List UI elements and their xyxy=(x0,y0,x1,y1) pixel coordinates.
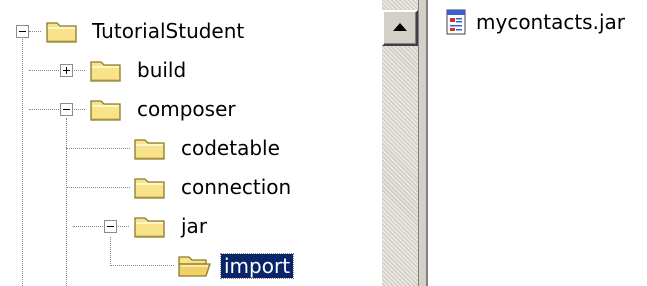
jar-file-icon xyxy=(446,9,466,35)
folder-closed-icon xyxy=(134,139,165,160)
folder-closed-icon xyxy=(90,61,121,82)
tree-node-label[interactable]: composer xyxy=(137,97,236,121)
tree-node-label[interactable]: codetable xyxy=(181,136,280,160)
tree-guide-line xyxy=(29,70,85,71)
scroll-up-button[interactable] xyxy=(382,10,418,46)
collapse-minus-icon[interactable] xyxy=(104,220,117,233)
folder-closed-icon xyxy=(46,22,77,43)
vertical-scrollbar[interactable] xyxy=(382,0,418,286)
collapse-minus-icon[interactable] xyxy=(16,25,29,38)
collapse-minus-icon[interactable] xyxy=(60,103,73,116)
tree-node-label[interactable]: build xyxy=(137,58,186,82)
arrow-up-icon xyxy=(393,23,407,31)
tree-guide-line xyxy=(73,226,129,227)
tree-guide-line xyxy=(110,237,111,266)
tree-guide-line xyxy=(66,148,130,149)
folder-closed-icon xyxy=(90,100,121,121)
folder-open-icon xyxy=(178,256,211,277)
file-name-label[interactable]: mycontacts.jar xyxy=(476,10,625,34)
tree-guide-line xyxy=(66,187,130,188)
tree-guide-line xyxy=(66,118,67,286)
tree-node-label-selected[interactable]: import xyxy=(219,253,295,279)
tree-node-label[interactable]: jar xyxy=(181,214,207,238)
folder-tree: TutorialStudent build composer codetable… xyxy=(0,0,380,286)
tree-guide-line xyxy=(29,31,41,32)
tree-node-label[interactable]: connection xyxy=(181,175,291,199)
folder-closed-icon xyxy=(134,178,165,199)
tree-guide-line xyxy=(110,265,174,266)
folder-closed-icon xyxy=(134,217,165,238)
tree-node-label[interactable]: TutorialStudent xyxy=(92,19,244,43)
expand-plus-icon[interactable] xyxy=(60,64,73,77)
pane-splitter[interactable] xyxy=(418,0,428,286)
tree-guide-line xyxy=(22,37,23,286)
tree-guide-line xyxy=(29,109,85,110)
file-list-pane: mycontacts.jar xyxy=(428,0,647,286)
